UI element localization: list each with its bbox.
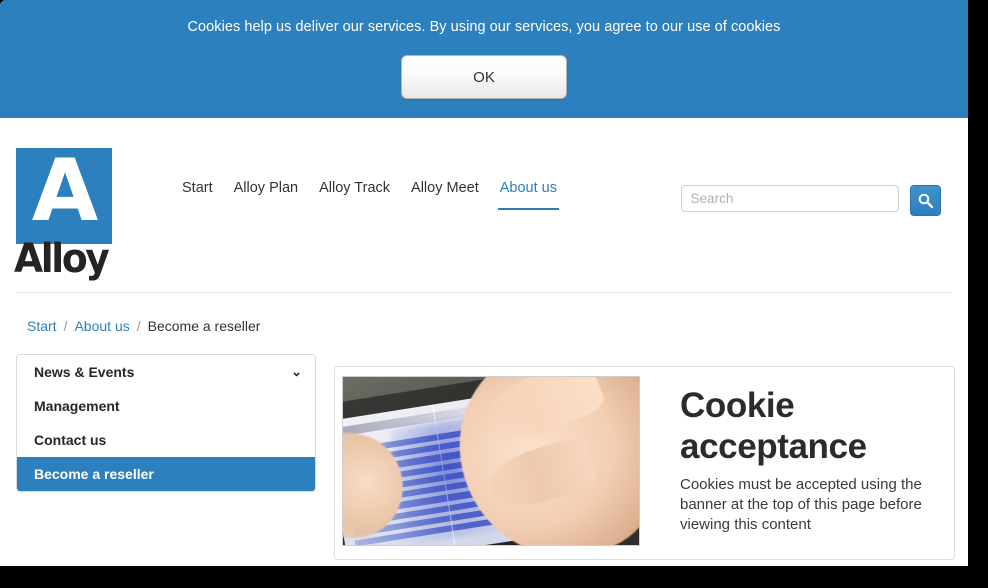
section-sidebar-menu: News & Events ⌄ Management Contact us Be…	[16, 354, 316, 492]
logo-square: A	[16, 141, 112, 244]
nav-item-start[interactable]: Start	[182, 180, 213, 210]
breadcrumb-item-current: Become a reseller	[147, 318, 261, 334]
content-photo-tablet-touch	[342, 376, 640, 546]
cookie-banner-message: Cookies help us deliver our services. By…	[187, 19, 781, 35]
sidebar-item-label: News & Events	[34, 364, 135, 380]
content-text-block: Cookie acceptance Cookies must be accept…	[680, 385, 940, 535]
nav-item-alloy-meet[interactable]: Alloy Meet	[411, 180, 479, 210]
sidebar-item-management[interactable]: Management	[17, 389, 315, 423]
breadcrumb-item-about-us[interactable]: About us	[74, 318, 129, 334]
window-frame-bottom-edge	[0, 566, 988, 588]
cookie-consent-banner: Cookies help us deliver our services. By…	[0, 0, 968, 118]
sidebar-item-contact-us[interactable]: Contact us	[17, 423, 315, 457]
page-title: Cookie acceptance	[680, 386, 867, 466]
window-frame-right-edge	[968, 0, 988, 588]
search-input[interactable]	[680, 185, 899, 212]
sidebar-item-label: Contact us	[34, 432, 107, 448]
browser-window-frame: Cookies help us deliver our services. By…	[0, 0, 988, 588]
site-header: A Alloy Start Alloy Plan Alloy Track Alloy …	[0, 118, 968, 293]
logo-wordmark: Alloy	[14, 236, 110, 282]
breadcrumb-item-start[interactable]: Start	[27, 318, 57, 334]
alloy-logo[interactable]: A Alloy	[14, 141, 116, 282]
sidebar-item-become-a-reseller[interactable]: Become a reseller	[17, 457, 315, 491]
breadcrumb: Start / About us / Become a reseller	[27, 318, 260, 334]
breadcrumb-separator: /	[136, 318, 141, 334]
main-navigation: Start Alloy Plan Alloy Track Alloy Meet Abou…	[182, 180, 560, 220]
page-viewport: Cookies help us deliver our services. By…	[0, 0, 968, 566]
nav-item-alloy-track[interactable]: Alloy Track	[319, 180, 390, 210]
content-body-text: Cookies must be accepted using the banne…	[680, 476, 922, 533]
sidebar-item-label: Become a reseller	[34, 466, 154, 482]
search-area	[680, 185, 941, 216]
logo-letter-a: A	[31, 141, 99, 241]
search-button[interactable]	[910, 185, 941, 216]
cookie-accept-ok-button[interactable]: OK	[401, 55, 567, 99]
nav-item-alloy-plan[interactable]: Alloy Plan	[234, 180, 298, 210]
sidebar-item-label: Management	[34, 398, 120, 414]
sidebar-item-news-and-events[interactable]: News & Events ⌄	[17, 355, 315, 389]
nav-item-about-us[interactable]: About us	[497, 180, 560, 210]
chevron-down-icon[interactable]: ⌄	[291, 355, 302, 389]
content-card: Cookie acceptance Cookies must be accept…	[334, 366, 955, 560]
breadcrumb-separator: /	[63, 318, 68, 334]
header-divider	[16, 292, 952, 293]
